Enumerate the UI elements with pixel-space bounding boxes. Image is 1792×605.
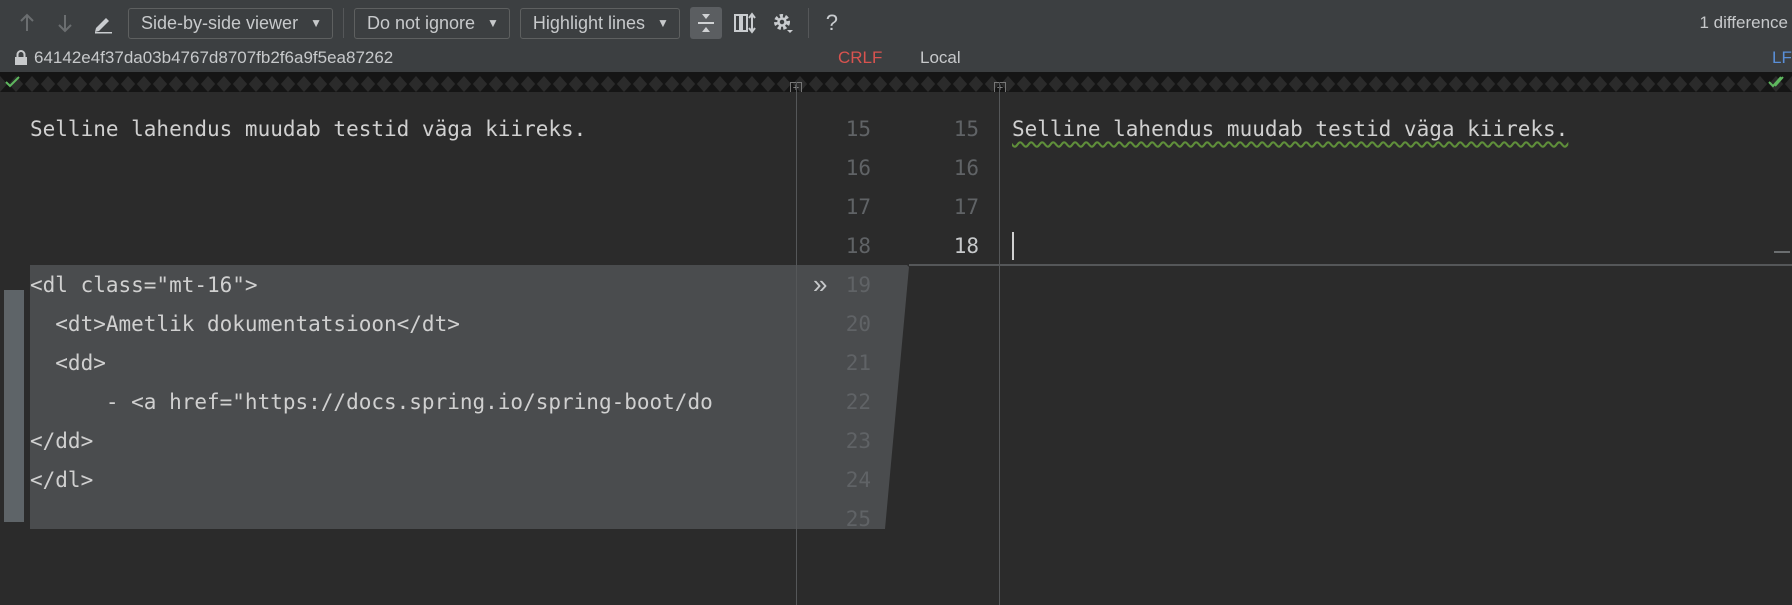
left-editor[interactable]: Selline lahendus muudab testid väga kiir… <box>0 92 796 605</box>
left-line-number: 18 <box>845 234 871 258</box>
highlight-dropdown[interactable]: Highlight lines ▼ <box>519 7 680 39</box>
left-line-number: 16 <box>845 156 871 180</box>
collapsed-region-separator: + + <box>0 72 1792 94</box>
code-line: Selline lahendus muudab testid väga kiir… <box>1012 117 1569 141</box>
right-line-number: 18 <box>953 234 979 258</box>
right-editor[interactable]: Selline lahendus muudab testid väga kiir… <box>1000 92 1792 605</box>
chevron-down-icon: ▼ <box>310 16 322 30</box>
gear-icon[interactable] <box>768 8 798 38</box>
code-line: </dl> <box>30 468 94 492</box>
change-marker-stripe <box>4 290 24 522</box>
checkmark-icon <box>5 76 20 88</box>
collapse-unchanged-icon <box>697 14 714 32</box>
right-code: Selline lahendus muudab testid väga kiir… <box>1000 92 1792 164</box>
right-line-number: 16 <box>953 156 979 180</box>
viewer-dropdown[interactable]: Side-by-side viewer ▼ <box>128 7 333 39</box>
help-icon[interactable]: ? <box>817 8 847 38</box>
right-line-number: 15 <box>953 117 979 141</box>
code-line: Selline lahendus muudab testid väga kiir… <box>30 117 587 141</box>
left-line-number: 21 <box>845 351 871 375</box>
chevron-down-icon: ▼ <box>487 16 499 30</box>
error-stripe-marker <box>1774 251 1790 253</box>
left-line-number: 22 <box>845 390 871 414</box>
right-line-ending[interactable]: LF <box>1772 48 1792 68</box>
arrow-up-icon[interactable] <box>12 8 42 38</box>
sync-scroll-icon[interactable] <box>730 8 760 38</box>
left-line-number: 15 <box>845 117 871 141</box>
diff-toolbar: Side-by-side viewer ▼ Do not ignore ▼ Hi… <box>0 0 1792 46</box>
diff-gutter: » 15 16 17 18 19 20 21 22 23 24 25 15 16… <box>797 92 999 605</box>
left-revision: 64142e4f37da03b4767d8707fb2f6a9f5ea87262 <box>14 48 393 68</box>
chevron-down-icon: ▼ <box>656 16 669 30</box>
left-line-number: 24 <box>845 468 871 492</box>
code-line: <dd> <box>30 351 106 375</box>
left-line-number: 25 <box>845 507 871 531</box>
code-line: </dd> <box>30 429 94 453</box>
ignore-dropdown[interactable]: Do not ignore ▼ <box>353 7 510 39</box>
code-line: <dt>Ametlik dokumentatsioon</dt> <box>30 312 460 336</box>
code-line: - <a href="https://docs.spring.io/spring… <box>30 390 713 414</box>
left-line-number: 17 <box>845 195 871 219</box>
right-title: Local <box>920 48 961 67</box>
lock-icon <box>15 50 27 65</box>
text-cursor <box>1012 232 1014 260</box>
difference-count: 1 difference <box>1699 13 1788 32</box>
zigzag-divider <box>0 72 1792 92</box>
edit-pencil-icon[interactable] <box>88 8 118 38</box>
arrow-down-icon[interactable] <box>50 8 80 38</box>
toolbar-separator <box>342 8 344 38</box>
left-line-number: 23 <box>845 429 871 453</box>
collapse-unchanged-button[interactable] <box>689 7 722 39</box>
left-line-ending[interactable]: CRLF <box>838 48 882 68</box>
diff-info-bar: 64142e4f37da03b4767d8707fb2f6a9f5ea87262… <box>0 46 1792 72</box>
toolbar-separator <box>807 8 809 38</box>
code-line: <dl class="mt-16"> <box>30 273 258 297</box>
insertion-line <box>1000 264 1792 266</box>
left-line-number: 19 <box>845 273 871 297</box>
left-line-number: 20 <box>845 312 871 336</box>
double-checkmark-icon <box>1768 76 1784 88</box>
right-line-number: 17 <box>953 195 979 219</box>
